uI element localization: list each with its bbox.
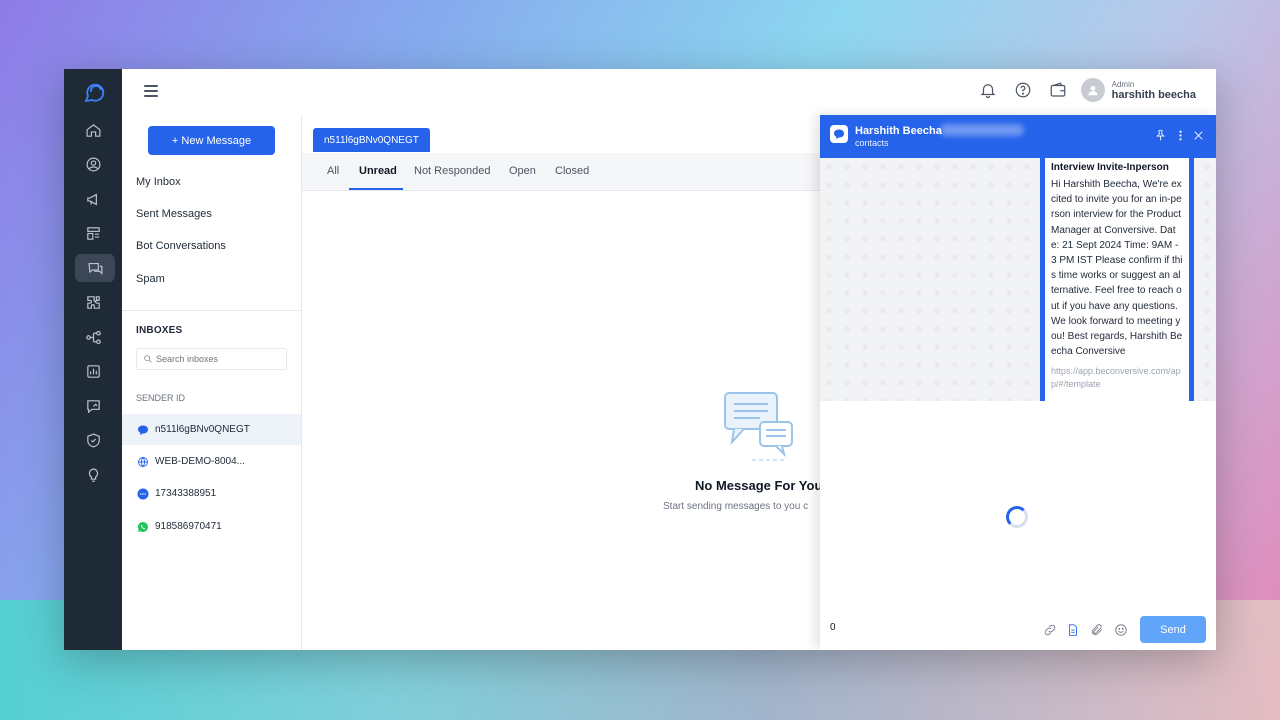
- search-input[interactable]: [156, 354, 276, 364]
- chat-bubble-icon: [137, 424, 149, 436]
- send-button[interactable]: Send: [1140, 616, 1206, 643]
- template-icon[interactable]: [1066, 623, 1080, 637]
- user-info[interactable]: Admin harshith beecha: [1112, 80, 1196, 101]
- nav-flows-icon[interactable]: [78, 323, 108, 351]
- nav-bot-conversations[interactable]: Bot Conversations: [136, 240, 226, 252]
- sms-icon: [137, 488, 149, 500]
- help-icon[interactable]: [1014, 81, 1032, 99]
- user-role: Admin: [1111, 79, 1135, 89]
- nav-reports-icon[interactable]: [78, 392, 108, 420]
- chat-header: Harshith Beecha contacts: [820, 115, 1216, 158]
- message-link[interactable]: https://app.beconversive.com/app/#/templ…: [1051, 365, 1183, 391]
- contact-subtitle: contacts: [855, 138, 889, 148]
- top-bar: Admin harshith beecha: [122, 69, 1216, 115]
- chat-panel: Harshith Beecha contacts Interview Invit…: [820, 115, 1216, 650]
- nav-my-inbox[interactable]: My Inbox: [136, 176, 181, 188]
- tab-unread[interactable]: Unread: [359, 165, 397, 177]
- nav-integrations-icon[interactable]: [78, 288, 108, 316]
- nav-ideas-icon[interactable]: [78, 461, 108, 489]
- link-icon[interactable]: [1043, 623, 1057, 637]
- nav-campaigns-icon[interactable]: [78, 185, 108, 213]
- contact-name: Harshith Beecha: [855, 125, 942, 137]
- tab-not-responded[interactable]: Not Responded: [414, 165, 490, 177]
- sender-label: WEB-DEMO-8004...: [155, 456, 246, 467]
- pin-icon[interactable]: [1154, 129, 1167, 142]
- loading-spinner: [1006, 506, 1028, 528]
- attachment-icon[interactable]: [1090, 623, 1104, 637]
- sender-item[interactable]: n511l6gBNv0QNEGT: [122, 414, 301, 445]
- sender-label: n511l6gBNv0QNEGT: [155, 424, 250, 435]
- divider: [122, 310, 301, 311]
- search-icon: [144, 355, 152, 363]
- composer: Send: [820, 610, 1216, 650]
- nav-inbox-icon[interactable]: [75, 254, 115, 282]
- message-body: Hi Harshith Beecha, We're excited to inv…: [1051, 179, 1183, 358]
- active-tab-indicator: [349, 188, 403, 190]
- tab-open[interactable]: Open: [509, 165, 536, 177]
- user-name: harshith beecha: [1111, 88, 1196, 101]
- search-inboxes[interactable]: [136, 348, 287, 370]
- nav-analytics-icon[interactable]: [78, 357, 108, 385]
- empty-state-title: No Message For You: [695, 478, 823, 493]
- nav-spam[interactable]: Spam: [136, 273, 165, 285]
- nav-templates-icon[interactable]: [78, 219, 108, 247]
- tab-all[interactable]: All: [327, 165, 339, 177]
- icon-rail: [64, 69, 122, 650]
- inboxes-heading: INBOXES: [136, 325, 183, 336]
- nav-home-icon[interactable]: [78, 116, 108, 144]
- sender-item[interactable]: 17343388951: [122, 478, 301, 509]
- sender-item[interactable]: 918586970471: [122, 511, 301, 542]
- sender-id-heading: SENDER ID: [136, 393, 186, 403]
- contact-avatar: [830, 125, 848, 143]
- more-options-icon[interactable]: [1174, 129, 1187, 142]
- avatar[interactable]: [1080, 78, 1105, 102]
- sender-label: 918586970471: [155, 521, 222, 532]
- wallet-icon[interactable]: [1049, 81, 1067, 99]
- sender-item[interactable]: WEB-DEMO-8004...: [122, 446, 301, 477]
- nav-security-icon[interactable]: [78, 426, 108, 454]
- app-logo-icon: [84, 83, 105, 103]
- whatsapp-icon: [137, 521, 149, 533]
- message-bubble: Interview Invite-Inperson Hi Harshith Be…: [1040, 158, 1194, 401]
- empty-state-subtitle: Start sending messages to you c: [663, 501, 809, 512]
- tab-closed[interactable]: Closed: [555, 165, 589, 177]
- message-title: Interview Invite-Inperson: [1051, 162, 1169, 173]
- close-icon[interactable]: [1192, 129, 1205, 142]
- empty-messages-icon: [724, 392, 793, 461]
- app-window: Admin harshith beecha + New Message My I…: [64, 69, 1216, 650]
- notification-bell-icon[interactable]: [979, 81, 997, 99]
- nav-contacts-icon[interactable]: [78, 150, 108, 178]
- sender-label: 17343388951: [155, 488, 217, 499]
- nav-sent-messages[interactable]: Sent Messages: [136, 208, 212, 220]
- globe-icon: [137, 456, 149, 468]
- inbox-sidebar: + New Message My Inbox Sent Messages Bot…: [122, 115, 302, 650]
- sender-tab[interactable]: n511l6gBNv0QNEGT: [313, 128, 430, 152]
- new-message-button[interactable]: + New Message: [148, 126, 275, 155]
- redacted-phone: [940, 124, 1024, 136]
- message-input[interactable]: [830, 622, 1030, 633]
- message-thread: Interview Invite-Inperson Hi Harshith Be…: [820, 158, 1216, 401]
- loading-overlay: [820, 401, 1216, 610]
- emoji-icon[interactable]: [1114, 623, 1128, 637]
- menu-icon[interactable]: [144, 85, 158, 97]
